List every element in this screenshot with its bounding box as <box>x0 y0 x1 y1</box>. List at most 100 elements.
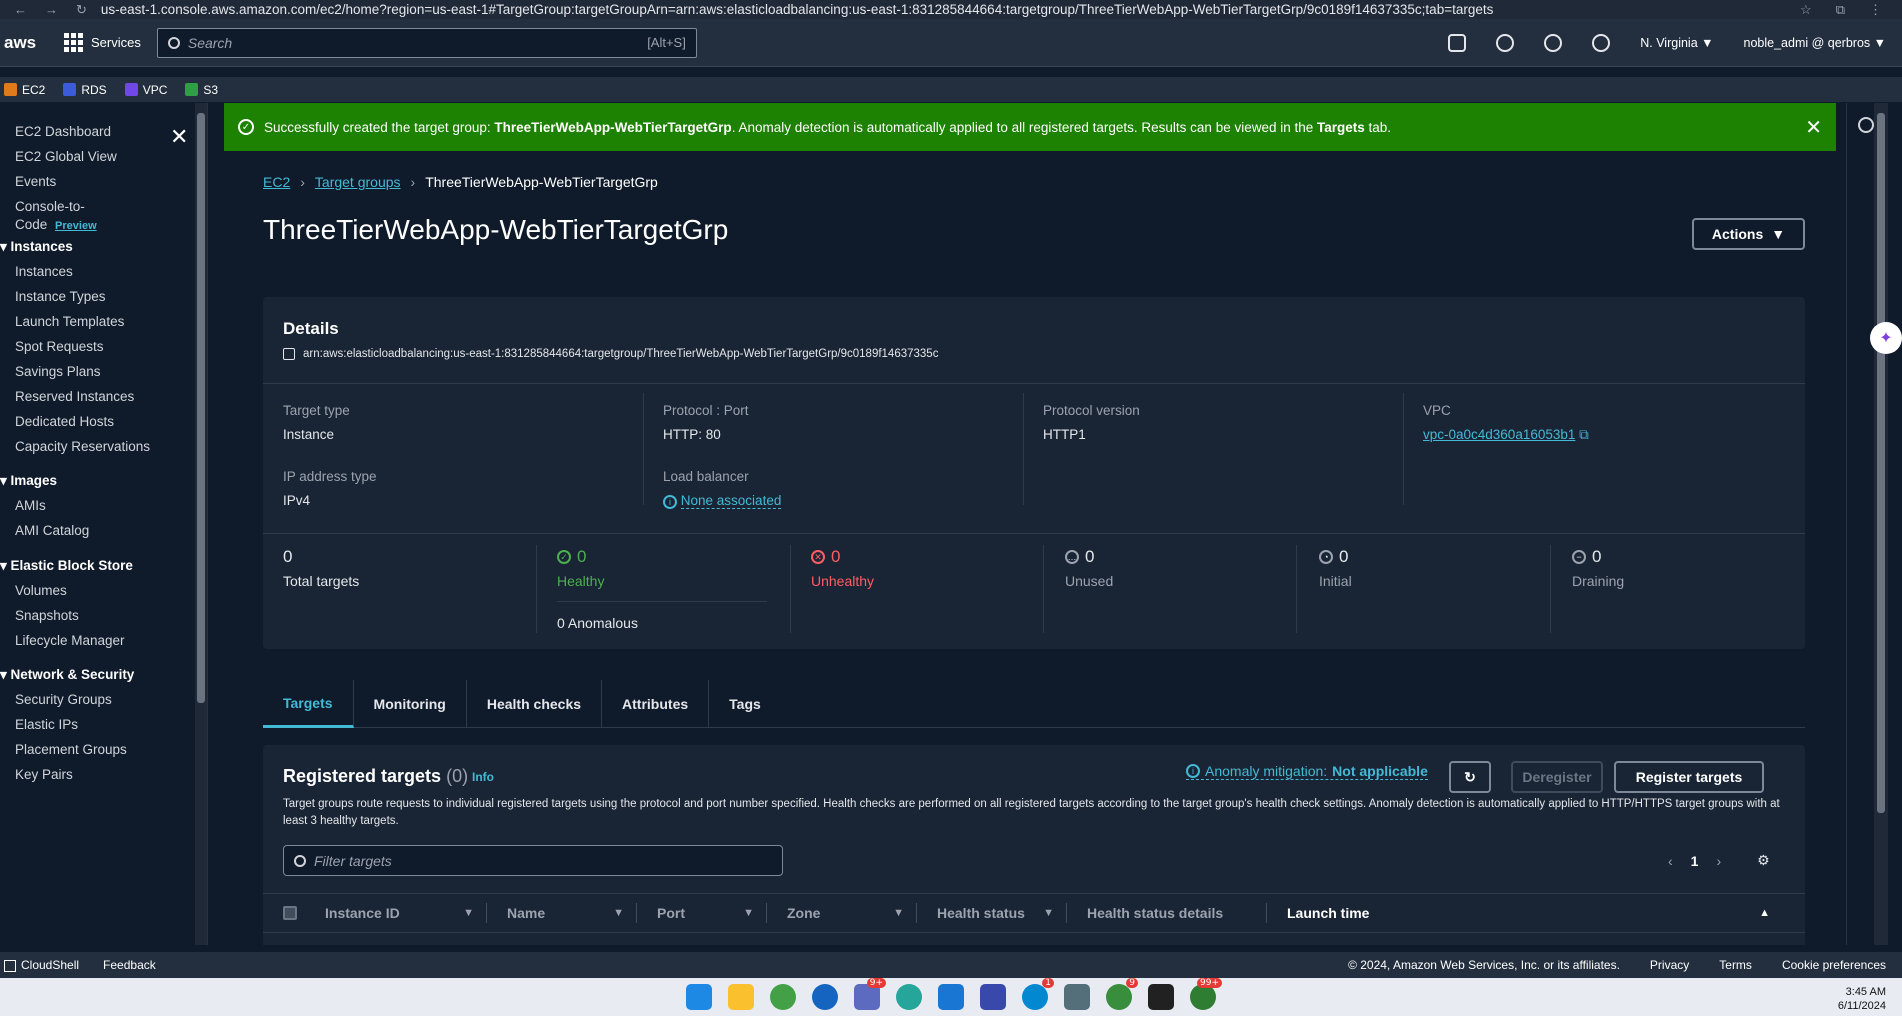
close-banner-icon[interactable]: ✕ <box>1805 115 1822 140</box>
sidebar-item-console-to-code[interactable]: Console-to- Code Preview <box>15 199 97 236</box>
sidebar-section-instances[interactable]: Instances <box>0 239 73 255</box>
chrome-app-icon[interactable]: 9 <box>1106 978 1138 1010</box>
filter-targets-input[interactable]: Filter targets <box>283 845 783 876</box>
search-input[interactable]: Search [Alt+S] <box>156 27 697 58</box>
region-selector[interactable]: N. Virginia ▼ <box>1640 36 1713 50</box>
chevron-left-icon[interactable]: ‹ <box>1668 853 1673 869</box>
sidebar-item-amis[interactable]: AMIs <box>15 498 46 513</box>
services-menu-button[interactable]: Services <box>64 33 141 52</box>
select-all-checkbox[interactable] <box>283 906 297 920</box>
sparkle-icon[interactable]: ✦ <box>1870 322 1902 354</box>
sidebar-item-dedicated-hosts[interactable]: Dedicated Hosts <box>15 414 114 429</box>
tab-targets[interactable]: Targets <box>263 680 354 728</box>
sidebar-item-ec2-dashboard[interactable]: EC2 Dashboard <box>15 124 111 139</box>
anomaly-mitigation-link[interactable]: i Anomaly mitigation: Not applicable <box>1186 763 1428 780</box>
sidebar-item-key-pairs[interactable]: Key Pairs <box>15 767 73 782</box>
chrome-icon[interactable] <box>770 984 796 1010</box>
preview-badge: Preview <box>55 220 97 232</box>
feedback-link[interactable]: Feedback <box>103 958 156 972</box>
notifications-icon[interactable] <box>1496 33 1515 52</box>
column-zone[interactable]: Zone ▼ <box>767 903 917 923</box>
sidebar-item-capacity-reservations[interactable]: Capacity Reservations <box>15 439 150 454</box>
refresh-button[interactable]: ↻ <box>1449 761 1491 793</box>
column-health-status[interactable]: Health status ▼ <box>917 903 1067 923</box>
vscode-icon[interactable] <box>938 984 964 1010</box>
notepad-icon[interactable] <box>980 984 1006 1010</box>
sidebar-item-spot-requests[interactable]: Spot Requests <box>15 339 104 354</box>
tab-health-checks[interactable]: Health checks <box>467 680 603 728</box>
cookie-preferences-link[interactable]: Cookie preferences <box>1782 958 1886 972</box>
aws-logo[interactable]: aws <box>0 33 38 53</box>
chrome-profile-icon[interactable] <box>812 984 838 1010</box>
close-icon[interactable]: ✕ <box>170 124 188 150</box>
sidebar-item-elastic-ips[interactable]: Elastic IPs <box>15 717 78 732</box>
sidebar-item-snapshots[interactable]: Snapshots <box>15 608 79 623</box>
windows-start-icon[interactable] <box>686 984 712 1010</box>
info-link[interactable]: Info <box>472 770 494 784</box>
terms-link[interactable]: Terms <box>1719 958 1752 972</box>
cloudshell-link[interactable]: CloudShell <box>4 958 79 972</box>
sidebar-section-images[interactable]: Images <box>0 473 58 489</box>
tab-tags[interactable]: Tags <box>709 680 781 728</box>
load-balancer-link[interactable]: None associated <box>680 493 782 509</box>
gear-icon[interactable] <box>1858 117 1874 133</box>
page-scrollbar[interactable] <box>1874 103 1888 945</box>
tab-monitoring[interactable]: Monitoring <box>354 680 467 728</box>
sidebar-section-network-security[interactable]: Network & Security <box>0 667 135 683</box>
whatsapp-icon[interactable]: 99+ <box>1190 978 1222 1010</box>
forward-icon[interactable]: → <box>45 2 58 18</box>
sidebar-item-savings-plans[interactable]: Savings Plans <box>15 364 101 379</box>
sidebar-item-instances[interactable]: Instances <box>15 264 73 279</box>
skype-icon[interactable]: 1 <box>1022 978 1054 1010</box>
gear-icon[interactable]: ⚙ <box>1757 852 1770 869</box>
sidebar-item-volumes[interactable]: Volumes <box>15 583 67 598</box>
sidebar-scrollbar[interactable] <box>195 103 207 945</box>
file-explorer-icon[interactable] <box>728 984 754 1010</box>
cloudshell-icon[interactable] <box>1448 33 1467 52</box>
breadcrumb-ec2[interactable]: EC2 <box>263 174 290 190</box>
column-launch-time[interactable]: Launch time ▲ <box>1267 903 1782 923</box>
sidebar-item-reserved-instances[interactable]: Reserved Instances <box>15 389 134 404</box>
breadcrumb-target-groups[interactable]: Target groups <box>315 174 401 190</box>
sidebar-item-lifecycle-manager[interactable]: Lifecycle Manager <box>15 633 125 648</box>
column-instance-id[interactable]: Instance ID ▼ <box>305 903 487 923</box>
settings-icon[interactable] <box>1592 33 1611 52</box>
reload-icon[interactable]: ↻ <box>76 2 87 18</box>
teams-icon[interactable]: 9+ <box>854 978 886 1010</box>
help-icon[interactable] <box>1544 33 1563 52</box>
sidebar-item-instance-types[interactable]: Instance Types <box>15 289 106 304</box>
register-targets-button[interactable]: Register targets <box>1614 761 1764 793</box>
sidebar-item-ec2-global-view[interactable]: EC2 Global View <box>15 149 117 164</box>
account-menu[interactable]: noble_admi @ qerbros ▼ <box>1744 36 1887 50</box>
actions-button[interactable]: Actions ▼ <box>1692 218 1805 250</box>
sidebar-item-events[interactable]: Events <box>15 174 56 189</box>
favorite-s3[interactable]: S3 <box>185 83 218 97</box>
favorite-ec2[interactable]: EC2 <box>4 83 45 97</box>
sidebar-item-placement-groups[interactable]: Placement Groups <box>15 742 127 757</box>
edge-icon[interactable] <box>896 984 922 1010</box>
deregister-button[interactable]: Deregister <box>1511 761 1603 793</box>
terminal-icon[interactable] <box>1148 984 1174 1010</box>
copy-icon[interactable] <box>283 348 295 360</box>
calculator-icon[interactable] <box>1064 984 1090 1010</box>
favorite-rds[interactable]: RDS <box>63 83 107 97</box>
column-port[interactable]: Port ▼ <box>637 903 767 923</box>
page-number[interactable]: 1 <box>1691 853 1699 869</box>
tab-attributes[interactable]: Attributes <box>602 680 710 728</box>
column-name[interactable]: Name ▼ <box>487 903 637 923</box>
sidebar-section-elastic-block-store[interactable]: Elastic Block Store <box>0 558 133 574</box>
sidebar-item-security-groups[interactable]: Security Groups <box>15 692 112 707</box>
chevron-right-icon[interactable]: › <box>1716 853 1721 869</box>
vpc-link[interactable]: vpc-0a0c4d360a16053b1 <box>1423 427 1575 442</box>
menu-icon[interactable]: ⋮ <box>1869 2 1882 18</box>
url-field[interactable]: us-east-1.console.aws.amazon.com/ec2/hom… <box>101 2 1800 17</box>
favorite-vpc[interactable]: VPC <box>124 83 167 97</box>
star-icon[interactable]: ☆ <box>1800 2 1812 18</box>
back-icon[interactable]: ← <box>14 2 27 18</box>
sort-icon: ▼ <box>743 907 754 919</box>
sidebar-item-ami-catalog[interactable]: AMI Catalog <box>15 523 89 538</box>
privacy-link[interactable]: Privacy <box>1650 958 1689 972</box>
extensions-icon[interactable]: ⧉ <box>1836 2 1845 18</box>
sidebar-item-launch-templates[interactable]: Launch Templates <box>15 314 124 329</box>
column-health-status-details[interactable]: Health status details <box>1067 903 1267 923</box>
